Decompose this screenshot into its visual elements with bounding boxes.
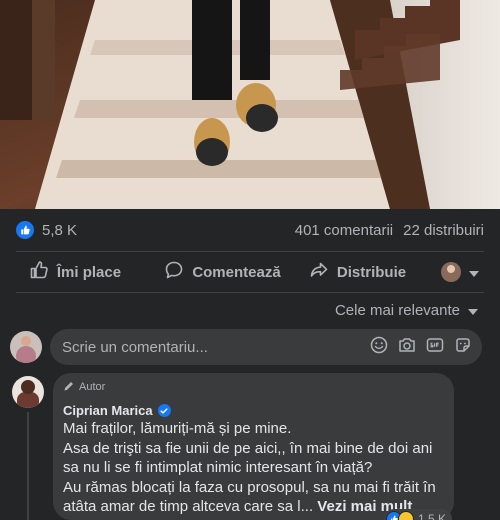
speech-bubble-icon — [164, 260, 184, 284]
profile-avatar — [441, 262, 461, 282]
comment-input[interactable]: Scrie un comentariu... — [50, 329, 482, 365]
comment-reactions[interactable]: 1,5 K — [384, 509, 453, 520]
commenter-avatar[interactable] — [12, 376, 44, 408]
comment-line: Au rămas blocați la faza cu prosopul, sa… — [63, 478, 436, 496]
like-button[interactable]: Îmi place — [0, 260, 150, 284]
comment-line: atâta amar de timp altceva care sa l... — [63, 498, 314, 515]
pencil-icon — [63, 380, 75, 395]
sticker-icon[interactable] — [454, 336, 472, 359]
verified-badge-icon — [157, 404, 171, 417]
emoji-icon[interactable] — [370, 336, 388, 359]
comment-reactions-count: 1,5 K — [418, 512, 447, 520]
post-stats: 5,8 K 401 comentarii 22 distribuiri — [0, 209, 500, 251]
comment-text: Mai fraților, lămuriți-mă și pe mine. As… — [63, 419, 442, 517]
comments-count[interactable]: 401 comentarii — [295, 222, 393, 239]
haha-reaction-icon — [398, 511, 414, 520]
divider-bottom — [16, 292, 484, 293]
sort-label: Cele mai relevante — [334, 302, 460, 319]
comment-line: Mai fraților, lămuriți-mă și pe mine. — [63, 420, 292, 437]
comment-button[interactable]: Comentează — [150, 260, 295, 284]
gif-icon[interactable] — [426, 336, 444, 359]
post-actions: Îmi place Comentează Distribuie — [0, 252, 500, 292]
caret-down-icon — [469, 264, 479, 281]
comment-placeholder: Scrie un comentariu... — [62, 338, 208, 356]
share-arrow-icon — [309, 260, 329, 284]
author-name[interactable]: Ciprian Marica — [63, 403, 153, 418]
thumbs-up-icon — [29, 260, 49, 284]
post-photo[interactable] — [0, 0, 500, 209]
staircase-photo — [0, 0, 500, 209]
comment-composer: Scrie un comentariu... — [10, 328, 482, 366]
author-role-label: Autor — [79, 381, 106, 393]
like-label: Îmi place — [56, 263, 122, 281]
reaction-profile-selector[interactable] — [420, 262, 500, 282]
share-button[interactable]: Distribuie — [295, 260, 420, 284]
comment-label: Comentează — [192, 263, 281, 281]
thread-line — [27, 412, 29, 520]
caret-down-icon — [468, 302, 478, 319]
user-avatar[interactable] — [10, 331, 42, 363]
reactions-count[interactable]: 5,8 K — [42, 222, 77, 239]
comment-line: Asa de trişti sa fie unii de pe aici,, î… — [63, 439, 433, 457]
comment-author: Ciprian Marica — [63, 403, 442, 418]
share-label: Distribuie — [336, 263, 407, 281]
comment-sort-dropdown[interactable]: Cele mai relevante — [335, 302, 478, 319]
shares-count[interactable]: 22 distribuiri — [403, 222, 484, 239]
comment-bubble: Autor Ciprian Marica Mai fraților, lămur… — [53, 373, 454, 520]
camera-icon[interactable] — [398, 336, 416, 359]
like-reaction-icon[interactable] — [16, 221, 34, 239]
comment-line: sa nu li se fi intimplat nimic interesan… — [63, 459, 373, 476]
author-role: Autor — [63, 380, 442, 394]
